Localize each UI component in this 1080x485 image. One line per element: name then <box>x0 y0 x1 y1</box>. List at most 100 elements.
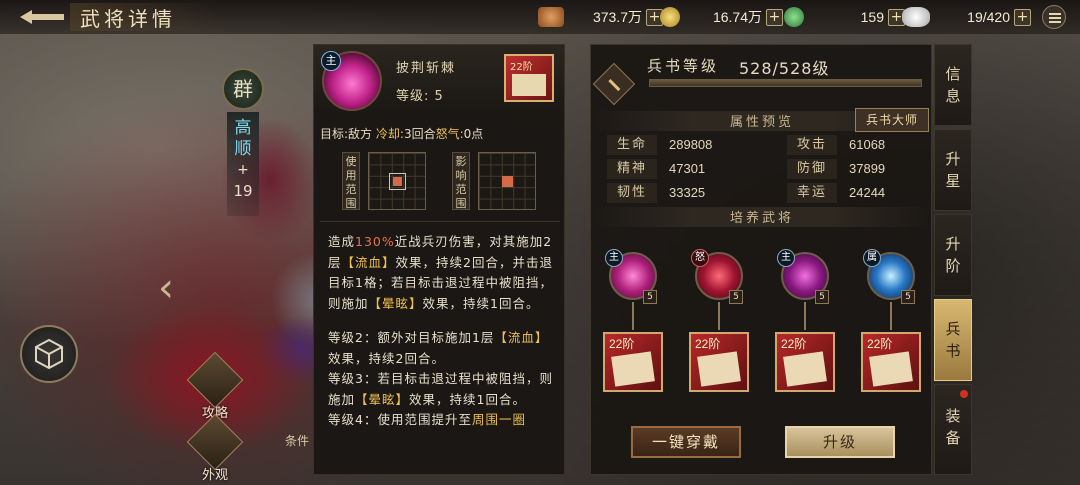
book-stage: 22阶 <box>695 337 721 351</box>
book-stage: 22阶 <box>781 337 807 351</box>
general-slot-2[interactable]: 怒 5 22阶 <box>689 249 749 392</box>
skill-effect-base: 造成130%近战兵刃伤害，对其施加2层【流血】效果，持续2回合，并击退目标1格；… <box>328 234 553 311</box>
page-title: 武将详情 <box>80 7 176 31</box>
target-label: 目标: <box>320 127 349 141</box>
notification-dot <box>960 390 968 398</box>
hero-name: 高 顺 + 19 <box>227 112 259 216</box>
add-gold-button[interactable]: + <box>766 8 783 26</box>
faction-badge: 群 <box>222 68 264 110</box>
skill-tooltip-header: 主 披荆斩棘 等级: 5 22阶 <box>314 45 564 117</box>
skill-condition-label: 条件 <box>285 434 310 448</box>
resource-ingot: 373.7万 + <box>538 7 663 27</box>
hero-plus-level: 19 <box>233 182 253 200</box>
skill-description: 造成130%近战兵刃伤害，对其施加2层【流血】效果，持续2回合，并击退目标1格；… <box>328 232 556 431</box>
book-page <box>783 351 827 387</box>
general-slot-4[interactable]: 属 5 22阶 <box>861 249 921 392</box>
effect-range: 影响范围 <box>432 150 542 212</box>
back-arrow-icon[interactable] <box>18 6 68 28</box>
range-cell <box>502 176 513 187</box>
target-value: 敌方 <box>348 127 373 141</box>
gold-coin-icon <box>660 7 680 27</box>
war-book-card[interactable]: 22阶 <box>603 332 663 392</box>
book-page <box>697 351 741 387</box>
equip-all-button[interactable]: 一键穿戴 <box>631 426 741 458</box>
connector <box>804 302 806 330</box>
skill-level-3: 等级3：若目标击退过程中被阻挡，则施加【晕眩】效果，持续1回合。 <box>328 371 553 407</box>
brush-icon <box>592 62 636 106</box>
general-slot-3[interactable]: 主 5 22阶 <box>775 249 835 392</box>
jade-coin-icon <box>784 7 804 27</box>
book-level-bar <box>649 79 922 87</box>
hero-name-char: 高 <box>234 118 252 138</box>
type-badge: 主 <box>605 249 623 267</box>
top-bar: 武将详情 373.7万 + 16.74万 + 159 + 19/420 + <box>0 0 1080 34</box>
resource-value: 373.7万 <box>592 9 642 25</box>
rage-label: 怒气: <box>435 127 464 141</box>
range-cell <box>393 177 402 186</box>
war-book-card[interactable]: 22阶 <box>689 332 749 392</box>
previous-hero-arrow-icon[interactable]: ‹ <box>158 268 188 308</box>
resource-silver: 19/420 + <box>902 7 1031 27</box>
ingot-icon <box>538 7 564 27</box>
effect-range-label: 影响范围 <box>452 152 470 210</box>
skill-level-badge: 5 <box>643 290 657 304</box>
book-level-fill <box>650 80 921 86</box>
cooldown-label: 冷却: <box>375 127 404 141</box>
connector <box>632 302 634 330</box>
use-range-label: 使用范围 <box>342 152 360 210</box>
type-badge: 主 <box>777 249 795 267</box>
skill-book-thumbnail: 22阶 <box>504 54 554 102</box>
type-badge: 属 <box>863 249 881 267</box>
book-level-label: 兵书等级 <box>647 57 720 75</box>
skill-level-badge: 5 <box>901 290 915 304</box>
general-slot-1[interactable]: 主 5 22阶 <box>603 249 663 392</box>
skill-level-2: 等级2：额外对目标施加1层【流血】效果，持续2回合。 <box>328 330 549 366</box>
book-master-button[interactable]: 兵书大师 <box>855 108 929 132</box>
book-page <box>611 351 655 387</box>
skill-level-4: 等级4：使用范围提升至周围一圈 <box>328 412 526 427</box>
upgrade-button[interactable]: 升级 <box>785 426 895 458</box>
book-stage: 22阶 <box>609 337 635 351</box>
silver-icon <box>902 7 930 27</box>
war-book-panel: 兵书等级 528/528级 属性预览 兵书大师 生命 289808 攻击 61068… <box>590 44 933 475</box>
add-silver-button[interactable]: + <box>1014 8 1031 26</box>
skill-level-badge: 5 <box>815 290 829 304</box>
cube-view-button[interactable] <box>20 325 78 383</box>
book-stage: 22阶 <box>510 62 533 73</box>
resource-value: 16.74万 <box>712 9 762 25</box>
tab-star[interactable]: 升星 <box>934 129 972 211</box>
tab-rank[interactable]: 升阶 <box>934 214 972 296</box>
effect-range-grid <box>478 152 536 210</box>
resource-gold: 16.74万 + <box>660 7 783 27</box>
hero-name-char: 顺 <box>234 139 252 159</box>
strategy-button[interactable]: 攻略 <box>184 351 246 421</box>
skill-name: 披荆斩棘 <box>396 61 457 76</box>
resource-jade: 159 + <box>784 7 905 27</box>
menu-button[interactable] <box>1042 5 1066 29</box>
tab-equipment[interactable]: 装备 <box>934 384 972 475</box>
book-page <box>512 74 546 96</box>
skill-target-line: 目标:敌方 冷却:3回合怒气:0点 <box>320 125 483 142</box>
skill-level-badge: 5 <box>729 290 743 304</box>
tab-info[interactable]: 信息 <box>934 44 972 126</box>
war-book-card[interactable]: 22阶 <box>861 332 921 392</box>
appearance-button[interactable]: 外观 <box>184 413 246 483</box>
main-skill-tag: 主 <box>321 51 341 71</box>
scroll-icon <box>186 351 244 409</box>
skill-level: 等级: 5 <box>396 89 444 104</box>
rage-value: 0点 <box>463 127 484 141</box>
use-range: 使用范围 <box>322 150 432 212</box>
type-badge: 怒 <box>691 249 709 267</box>
resource-value: 159 <box>860 9 884 25</box>
robe-icon <box>186 413 244 471</box>
cooldown-value: 3回合 <box>403 127 436 141</box>
divider <box>320 221 560 222</box>
book-stage: 22阶 <box>867 337 893 351</box>
book-level-value: 528/528级 <box>739 59 830 78</box>
connector <box>890 302 892 330</box>
connector <box>718 302 720 330</box>
tab-war-book[interactable]: 兵书 <box>934 299 972 381</box>
hero-plus-sign: + <box>237 162 249 178</box>
war-book-card[interactable]: 22阶 <box>775 332 835 392</box>
cube-icon <box>35 338 63 370</box>
